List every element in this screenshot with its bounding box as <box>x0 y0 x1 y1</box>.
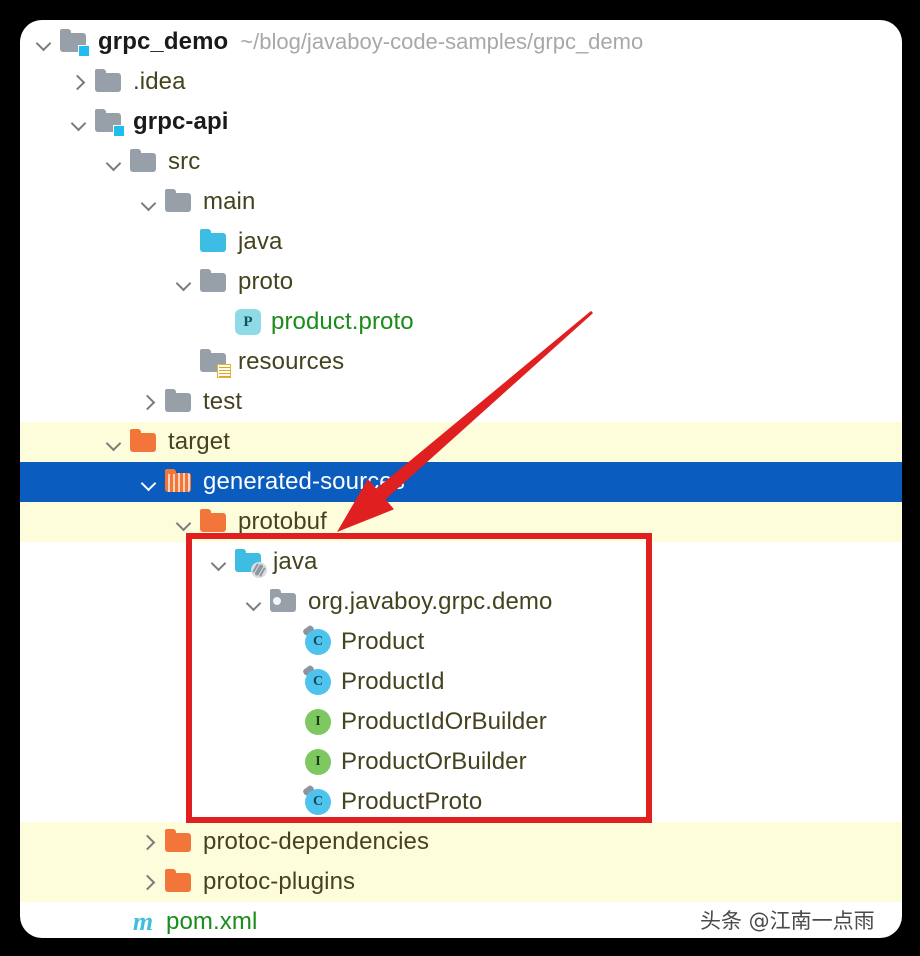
folder-orange-icon <box>165 869 193 895</box>
screenshot-canvas: grpc_demo ~/blog/javaboy-code-samples/grp… <box>0 0 920 956</box>
resources-folder-icon <box>200 349 231 378</box>
tree-row-java-src[interactable]: java <box>20 222 902 262</box>
tree-row-protoc-dependencies[interactable]: protoc-dependencies <box>20 822 902 862</box>
tree-item-label: protobuf <box>238 508 327 535</box>
tree-row-ProductOrBuilder[interactable]: I ProductOrBuilder <box>20 742 902 782</box>
tree-item-label: protoc-dependencies <box>203 828 430 855</box>
tree-item-label: protoc-plugins <box>203 868 356 895</box>
tree-item-label: product.proto <box>271 308 414 335</box>
chevron-down-icon[interactable] <box>172 510 196 534</box>
chevron-right-icon[interactable] <box>137 870 161 894</box>
proto-file-icon: P <box>235 309 261 335</box>
chevron-down-icon[interactable] <box>242 590 266 614</box>
tree-item-label: src <box>168 148 201 175</box>
generated-folder-icon <box>165 469 193 495</box>
folder-icon <box>165 389 193 415</box>
tree-item-label: generated-sources <box>203 468 405 495</box>
chevron-right-icon[interactable] <box>137 390 161 414</box>
tree-row-ProductProto[interactable]: C ProductProto <box>20 782 902 822</box>
tree-item-label: .idea <box>133 68 186 95</box>
project-path-label: ~/blog/javaboy-code-samples/grpc_demo <box>240 29 644 54</box>
tree-item-label: ProductIdOrBuilder <box>341 708 547 735</box>
tree-item-label: Product <box>341 628 425 655</box>
tree-item-label: ProductId <box>341 668 445 695</box>
java-class-icon: C <box>301 784 331 815</box>
tree-item-label: java <box>273 548 318 575</box>
tree-row-protobuf[interactable]: protobuf <box>20 502 902 542</box>
tree-row-grpc_demo[interactable]: grpc_demo ~/blog/javaboy-code-samples/grp… <box>20 22 902 62</box>
tree-row-grpc-api[interactable]: grpc-api <box>20 102 902 142</box>
java-interface-icon: I <box>305 749 331 775</box>
chevron-down-icon[interactable] <box>32 30 56 54</box>
tree-row-test[interactable]: test <box>20 382 902 422</box>
java-interface-icon: I <box>305 709 331 735</box>
tree-item-label: pom.xml <box>166 908 258 935</box>
watermark-text: 头条 @江南一点雨 <box>700 909 875 933</box>
tree-row-resources[interactable]: resources <box>20 342 902 382</box>
tree-item-label: org.javaboy.grpc.demo <box>308 588 553 615</box>
tree-row-target[interactable]: target <box>20 422 902 462</box>
tree-item-label: java <box>238 228 283 255</box>
tree-item-label: grpc_demo <box>98 28 229 55</box>
folder-orange-icon <box>165 829 193 855</box>
project-tool-window: grpc_demo ~/blog/javaboy-code-samples/grp… <box>20 20 902 938</box>
java-class-icon: C <box>301 624 331 655</box>
tree-row-main[interactable]: main <box>20 182 902 222</box>
chevron-down-icon[interactable] <box>102 150 126 174</box>
chevron-right-icon[interactable] <box>137 830 161 854</box>
tree-row-src[interactable]: src <box>20 142 902 182</box>
tree-row-java-generated[interactable]: java <box>20 542 902 582</box>
chevron-down-icon[interactable] <box>67 110 91 134</box>
folder-icon <box>165 189 193 215</box>
chevron-down-icon[interactable] <box>102 430 126 454</box>
tree-row-product.proto[interactable]: Pproduct.proto <box>20 302 902 342</box>
tree-item-label: proto <box>238 268 294 295</box>
chevron-down-icon[interactable] <box>137 470 161 494</box>
generated-source-folder-icon <box>235 549 267 578</box>
folder-orange-icon <box>130 429 158 455</box>
source-folder-icon <box>200 229 228 255</box>
maven-file-icon: m <box>132 907 154 936</box>
java-class-icon: C <box>301 664 331 695</box>
tree-item-label: ProductProto <box>341 788 483 815</box>
folder-icon <box>200 269 228 295</box>
folder-icon <box>95 69 123 95</box>
chevron-right-icon[interactable] <box>67 70 91 94</box>
tree-row-protoc-plugins[interactable]: protoc-plugins <box>20 862 902 902</box>
chevron-down-icon[interactable] <box>172 270 196 294</box>
chevron-down-icon[interactable] <box>207 550 231 574</box>
tree-row-ProductId[interactable]: C ProductId <box>20 662 902 702</box>
tree-row-proto[interactable]: proto <box>20 262 902 302</box>
tree-item-label: main <box>203 188 256 215</box>
tree-item-label: resources <box>238 348 345 375</box>
folder-icon <box>130 149 158 175</box>
tree-item-label: ProductOrBuilder <box>341 748 527 775</box>
tree-item-label: test <box>203 388 243 415</box>
tree-item-label: target <box>168 428 230 455</box>
tree-row-ProductIdOrBuilder[interactable]: I ProductIdOrBuilder <box>20 702 902 742</box>
chevron-down-icon[interactable] <box>137 190 161 214</box>
tree-row-idea[interactable]: .idea <box>20 62 902 102</box>
tree-item-label: grpc-api <box>133 108 229 135</box>
tree-row-Product[interactable]: C Product <box>20 622 902 662</box>
module-folder-icon <box>95 109 125 137</box>
tree-row-generated-sources[interactable]: generated-sources <box>20 462 902 502</box>
module-folder-icon <box>60 29 90 57</box>
folder-orange-icon <box>200 509 228 535</box>
package-folder-icon <box>270 589 298 615</box>
tree-row-org.javaboy.grpc.demo[interactable]: org.javaboy.grpc.demo <box>20 582 902 622</box>
